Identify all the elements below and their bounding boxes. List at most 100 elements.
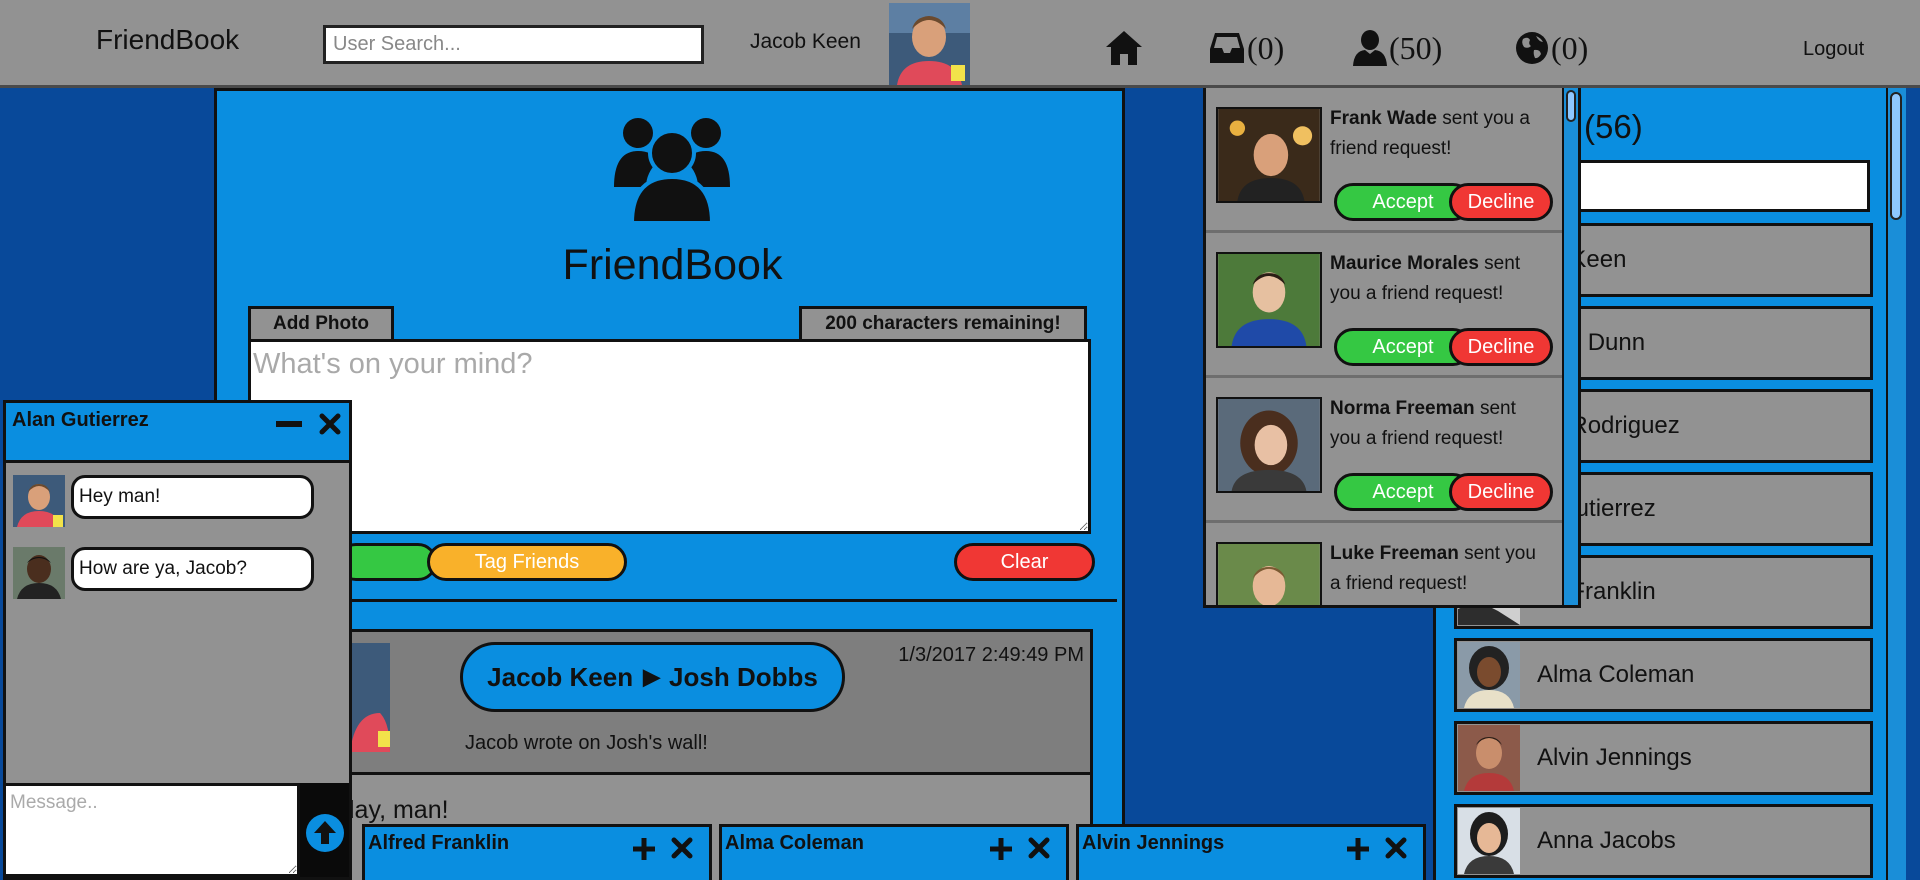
chat-bubble: Hey man! [71,475,314,519]
requester-avatar[interactable] [1216,542,1322,608]
brand-logo-text[interactable]: FriendBook [96,24,239,56]
page-edge [1906,88,1920,880]
friend-avatar [1458,808,1520,874]
request-text: Norma Freeman sent you a friend request! [1330,394,1560,454]
friend-name: Anna Jacobs [1537,827,1676,854]
plus-icon[interactable] [631,836,657,862]
current-user-avatar[interactable] [889,3,970,85]
chat-tab-name: Alfred Franklin [368,832,510,854]
request-text-part: sent you a [1437,108,1530,129]
post-textarea[interactable] [248,339,1091,534]
chat-header[interactable]: Alan Gutierrez [6,403,349,463]
requests-scrollbar[interactable] [1562,88,1578,605]
request-text-part: you a friend request! [1330,428,1504,449]
chat-avatar [13,547,65,599]
request-text-part: sent you [1458,543,1536,564]
chat-tab[interactable]: Alfred Franklin [362,824,712,880]
notifications-count: (0) [1551,29,1589,66]
chat-message-input[interactable] [6,783,300,877]
page-title: FriendBook [562,241,783,289]
minimize-icon[interactable] [276,421,302,427]
requests-scrollbar-thumb[interactable] [1566,90,1576,122]
arrow-right-icon: ▶ [643,664,661,689]
request-text-part: friend request! [1330,138,1452,159]
chat-tab-name: Alvin Jennings [1082,832,1225,854]
decline-button[interactable]: Decline [1449,183,1553,221]
send-button[interactable] [300,783,349,877]
friend-requests-count: (50) [1389,29,1443,66]
requester-name[interactable]: Norma Freeman [1330,398,1475,419]
chat-contact-name: Alan Gutierrez [12,409,149,431]
person-icon [1353,30,1387,66]
home-button[interactable] [1104,24,1144,72]
top-navigation-bar: FriendBook Jacob Keen (0) (50) [0,0,1920,88]
requester-name[interactable]: Luke Freeman [1330,543,1459,564]
close-icon[interactable] [1028,837,1050,859]
chat-avatar [13,475,65,527]
close-icon[interactable] [1385,837,1407,859]
plus-icon[interactable] [1345,836,1371,862]
post-timestamp: 1/3/2017 2:49:49 PM [898,644,1084,666]
post-recipient-name[interactable]: Josh Dobbs [669,662,818,693]
arrow-up-circle-icon [306,814,344,852]
requester-avatar[interactable] [1216,252,1322,348]
decline-button[interactable]: Decline [1449,473,1553,511]
tag-friends-button[interactable]: Tag Friends [427,543,627,581]
plus-icon[interactable] [988,836,1014,862]
post-action-text: Jacob wrote on Josh's wall! [465,732,708,754]
friend-list-item[interactable]: Anna Jacobs [1454,804,1873,878]
friend-avatar [1458,642,1520,708]
close-icon[interactable] [319,413,341,435]
request-text-part: sent [1478,253,1521,274]
requester-name[interactable]: Frank Wade [1330,108,1437,129]
friend-list-item[interactable]: Alma Coleman [1454,638,1873,712]
requester-avatar[interactable] [1216,397,1322,493]
chat-bubble: How are ya, Jacob? [71,547,314,591]
notifications-button[interactable]: (0) [1514,24,1588,72]
request-text: Luke Freeman sent you a friend request! [1330,539,1560,599]
friend-name: Alma Coleman [1537,661,1695,688]
post-button[interactable] [337,543,437,581]
globe-icon [1516,32,1548,64]
user-search-input[interactable] [323,25,704,64]
friend-avatar [1458,725,1520,791]
post-route-pill[interactable]: Jacob Keen ▶ Josh Dobbs [460,642,845,712]
friend-request-item: Luke Freeman sent you a friend request! [1206,523,1564,608]
group-icon [614,118,730,225]
chat-window: Alan Gutierrez Hey man! How are ya, Jaco… [3,400,352,880]
friends-count: (56) [1584,108,1643,145]
home-icon [1106,31,1142,65]
friend-list-item[interactable]: Alvin Jennings [1454,721,1873,795]
inbox-button[interactable]: (0) [1208,24,1284,72]
request-text: Maurice Morales sent you a friend request… [1330,249,1560,309]
requester-name[interactable]: Maurice Morales [1330,253,1479,274]
friend-request-item: Frank Wade sent you a friend request! Acc… [1206,88,1564,233]
post-author-name[interactable]: Jacob Keen [487,662,633,693]
current-username[interactable]: Jacob Keen [750,30,861,54]
page-scrollbar[interactable] [1886,88,1906,880]
decline-button[interactable]: Decline [1449,328,1553,366]
close-icon[interactable] [671,837,693,859]
friend-request-item: Maurice Morales sent you a friend request… [1206,233,1564,378]
friend-name: Alvin Jennings [1537,744,1692,771]
friend-requests-button[interactable]: (50) [1352,24,1442,72]
logout-link[interactable]: Logout [1803,38,1864,61]
wall-post-header: Jacob Keen ▶ Josh Dobbs 1/3/2017 2:49:49… [280,632,1090,775]
request-text-part: you a friend request! [1330,283,1504,304]
requester-avatar[interactable] [1216,107,1322,203]
clear-button[interactable]: Clear [954,543,1095,581]
inbox-count: (0) [1247,29,1285,66]
page-scrollbar-thumb[interactable] [1890,92,1902,220]
chat-tab[interactable]: Alma Coleman [719,824,1069,880]
request-text-part: a friend request! [1330,573,1468,594]
request-text-part: sent [1474,398,1516,419]
characters-remaining-label: 200 characters remaining! [799,306,1087,339]
section-divider [287,599,1117,602]
chat-tab-name: Alma Coleman [725,832,864,854]
add-photo-button[interactable]: Add Photo [248,306,394,339]
request-text: Frank Wade sent you a friend request! [1330,104,1560,164]
chat-tab[interactable]: Alvin Jennings [1076,824,1426,880]
friend-requests-dropdown: Frank Wade sent you a friend request! Acc… [1203,88,1581,608]
inbox-icon [1210,33,1244,63]
friend-request-item: Norma Freeman sent you a friend request! … [1206,378,1564,523]
